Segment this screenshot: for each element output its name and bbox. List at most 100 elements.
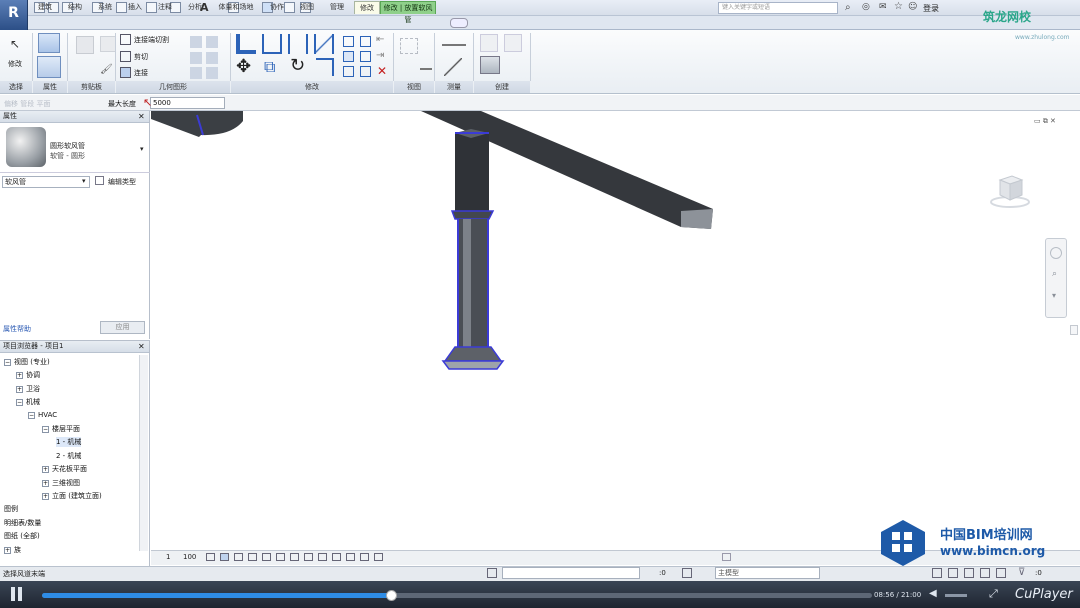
tab-collaborate[interactable]: 协作 [262,1,292,14]
collapse-icon[interactable]: − [42,426,49,433]
temp-view-properties-icon[interactable] [346,553,355,561]
volume-slider[interactable] [945,594,967,597]
expand-icon[interactable]: + [16,385,23,393]
edit-type-button[interactable]: 编辑类型 [108,177,136,187]
select-by-face-icon[interactable] [980,568,990,578]
collapse-icon[interactable]: − [16,399,23,407]
trim-extend-icon[interactable] [316,58,334,76]
view-window-controls[interactable]: ▭ ⧉ ✕ [1034,117,1056,126]
tab-analyze[interactable]: 分析 [180,1,210,14]
design-options-icon[interactable] [682,568,692,578]
search-input[interactable]: 键入关键字或短语 [718,2,838,14]
air-terminal-face[interactable] [441,360,505,370]
tab-massing-site[interactable]: 体量和场地 [210,1,262,14]
subscription-icon[interactable]: ◎ [862,2,870,12]
select-underlay-icon[interactable] [948,568,958,578]
viewcube[interactable] [990,168,1030,208]
instance-selector[interactable]: 软风管 [2,176,90,188]
close-icon[interactable]: ✕ [138,342,145,351]
select-links-icon[interactable] [932,568,942,578]
tab-modify-place-flex-duct[interactable]: 修改 | 放置软风管 [380,1,436,24]
close-icon[interactable]: ✕ [138,112,145,121]
detail-level-icon[interactable] [206,553,215,561]
delete-icon[interactable]: ✕ [377,64,387,78]
chevron-down-icon[interactable]: ▾ [1052,291,1056,300]
tab-systems[interactable]: 系统 [90,1,120,14]
crop-view-icon[interactable] [276,553,285,561]
create-similar-icon[interactable] [480,34,498,52]
steering-wheel-icon[interactable] [1050,247,1062,259]
tab-annotate[interactable]: 注释 [150,1,180,14]
reveal-hidden-icon[interactable] [332,553,341,561]
pause-button[interactable] [8,586,26,602]
unpin-icon[interactable] [360,66,371,77]
cope-icon[interactable] [120,34,131,45]
scale-icon[interactable] [360,51,371,62]
split-icon[interactable] [343,36,354,47]
collapse-icon[interactable]: − [28,411,35,419]
tree-item[interactable]: 图纸 (全部) [4,531,40,541]
render-icon[interactable] [262,553,271,561]
view-scale-a[interactable]: 1 [166,553,170,561]
horizontal-scroll-handle[interactable] [722,553,731,561]
model-viewport[interactable] [151,111,1080,566]
cut-label[interactable]: 剪切 [134,52,148,62]
rotate-icon[interactable]: ↻ [290,57,305,75]
user-icon[interactable]: ☺ [908,2,917,12]
split-face-icon[interactable] [206,36,218,48]
communication-icon[interactable]: ✉ [879,2,887,12]
type-properties-icon[interactable] [38,33,60,53]
max-length-input[interactable]: 5000 [150,97,225,109]
cope-label[interactable]: 连接端切割 [134,35,169,45]
hide-view-icon[interactable] [400,38,418,54]
hammer-icon[interactable] [206,67,218,79]
chevron-down-icon[interactable]: ▾ [82,177,86,185]
tab-view[interactable]: 视图 [292,1,322,14]
move-icon[interactable]: ✥ [236,58,251,76]
override-graphics-icon[interactable] [420,58,432,70]
duct-fragment[interactable] [151,111,243,137]
viewcube-icon[interactable] [990,168,1030,208]
drag-elements-icon[interactable] [996,568,1006,578]
create-group-icon[interactable] [504,34,522,52]
show-crop-icon[interactable] [290,553,299,561]
tree-item[interactable]: + 天花板平面 [42,464,87,474]
tree-item[interactable]: − 机械 [16,397,40,407]
match-type-icon[interactable]: 🖌 [100,64,116,80]
application-menu-button[interactable]: R [0,0,28,30]
demolish-icon[interactable] [206,52,218,64]
tree-item[interactable]: 1 - 机械 [56,437,82,448]
favorites-icon[interactable]: ☆ [894,1,903,12]
align-icon[interactable] [236,34,256,54]
tab-structure[interactable]: 结构 [60,1,90,14]
aligned-dimension-icon[interactable] [442,38,466,46]
wall-joins-icon[interactable] [190,36,202,48]
pin-icon[interactable] [343,66,354,77]
expand-icon[interactable]: + [42,493,49,500]
trim-multiple-icon[interactable]: ⇥ [376,50,384,61]
tree-item[interactable]: + 三维视图 [42,478,80,488]
tree-item[interactable]: − HVAC [28,411,57,419]
remove-paint-icon[interactable] [190,67,202,79]
view-scale-b[interactable]: 100 [183,553,196,561]
tab-manage[interactable]: 管理 [322,1,352,14]
copy-icon[interactable]: ⧉ [264,58,275,76]
modify-button-label[interactable]: 修改 [8,59,22,69]
cut-geometry-icon[interactable] [120,51,131,62]
tab-options-icon[interactable] [450,18,468,28]
panel-select[interactable]: 选择 [0,81,32,93]
tree-item[interactable]: 明细表/数量 [4,518,41,528]
rect-riser[interactable] [455,133,489,211]
chevron-down-icon[interactable]: ▾ [140,145,144,153]
air-terminal-neck[interactable] [443,346,503,362]
tab-modify[interactable]: 修改 [354,1,380,14]
trim-single-icon[interactable]: ⇤ [376,34,384,45]
expand-icon[interactable]: + [42,479,49,487]
cut-clipboard-icon[interactable] [100,36,116,52]
mirror-axis-icon[interactable] [288,34,308,54]
mirror-draw-icon[interactable] [314,34,334,54]
join-icon[interactable] [120,67,131,78]
tree-item[interactable]: − 楼层平面 [42,424,80,434]
filter-icon[interactable]: ⊽ [1018,567,1025,578]
offset-icon[interactable] [262,34,282,54]
